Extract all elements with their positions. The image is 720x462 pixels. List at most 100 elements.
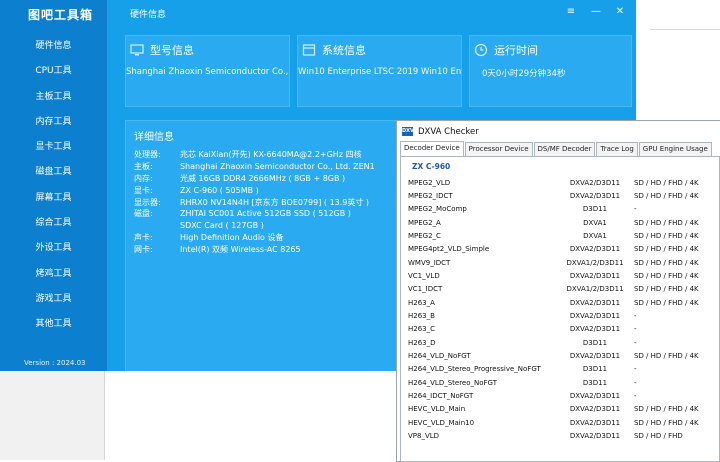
- sidebar-item-game-tools[interactable]: 游戏工具: [0, 287, 107, 312]
- dxva-titlebar: DXVA DXVA Checker: [397, 121, 720, 142]
- decoder-resolutions: -: [634, 205, 637, 214]
- decoder-resolutions: SD / HD / FHD / 4K: [634, 178, 699, 187]
- decoder-row[interactable]: VP8_VLD DXVA2/D3D11 SD / HD / FHD: [401, 430, 719, 443]
- decoder-name: VC1_IDCT: [408, 285, 443, 294]
- decoder-resolutions: SD / HD / FHD / 4K: [634, 258, 699, 267]
- dxva-checker-window: DXVA DXVA Checker Decoder Device Process…: [396, 120, 720, 462]
- window-icon: [302, 44, 316, 56]
- card-title: 系统信息: [322, 44, 366, 57]
- row-label: 主板:: [134, 161, 153, 171]
- decoder-name: H263_A: [408, 298, 435, 307]
- background-divider: [650, 29, 720, 30]
- decoder-resolutions: SD / HD / FHD / 4K: [634, 285, 699, 294]
- app-title: 图吧工具箱: [28, 8, 94, 22]
- sidebar-item-gpu-tools[interactable]: 显卡工具: [0, 135, 107, 160]
- close-button[interactable]: ✕: [612, 4, 628, 20]
- dxva-window-title: DXVA Checker: [418, 126, 479, 137]
- decoder-row[interactable]: HEVC_VLD_Main10 DXVA2/D3D11 SD / HD / FHD …: [401, 417, 719, 430]
- sidebar-item-peripheral-tools[interactable]: 外设工具: [0, 236, 107, 261]
- decoder-resolutions: SD / HD / FHD / 4K: [634, 405, 699, 414]
- sidebar-item-screen-tools[interactable]: 屏幕工具: [0, 186, 107, 211]
- detail-row: 磁盘: ZHITAI SC001 Active 512GB SSD ( 512GB…: [134, 208, 375, 220]
- tab-decoder-device[interactable]: Decoder Device: [400, 141, 464, 157]
- detail-row: 网卡: Intel(R) 双频 Wireless-AC 8265: [134, 244, 375, 256]
- decoder-name: H264_VLD_Stereo_NoFGT: [408, 378, 498, 387]
- detail-title: 详细信息: [134, 132, 174, 143]
- decoder-row[interactable]: H263_B DXVA2/D3D11 -: [401, 310, 719, 323]
- decoder-resolutions: SD / HD / FHD: [634, 432, 683, 441]
- decoder-api: D3D11: [582, 365, 608, 374]
- menu-button[interactable]: ≡: [563, 4, 579, 20]
- decoder-row[interactable]: WMV9_IDCT DXVA1/2/D3D11 SD / HD / FHD / 4K: [401, 257, 719, 270]
- decoder-row[interactable]: VC1_IDCT DXVA1/2/D3D11 SD / HD / FHD / 4K: [401, 283, 719, 296]
- decoder-row[interactable]: H263_D D3D11 -: [401, 337, 719, 350]
- detail-row: 处理器: 兆芯 KaiXian(开先) KX-6640MA@2.2+GHz 四核: [134, 149, 375, 161]
- decoder-name: MPEG4pt2_VLD_Simple: [408, 245, 490, 254]
- decoder-resolutions: -: [634, 392, 637, 401]
- device-header: ZX C-960: [412, 162, 451, 171]
- card-title: 型号信息: [150, 44, 194, 57]
- decoder-resolutions: SD / HD / FHD / 4K: [634, 245, 699, 254]
- minimize-button[interactable]: —: [588, 4, 604, 20]
- decoder-list[interactable]: ZX C-960 MPEG2_VLD DXVA2/D3D11 SD / HD / F…: [400, 156, 720, 462]
- decoder-api: DXVA1: [583, 231, 607, 240]
- row-label: [134, 220, 180, 232]
- row-label: 内存:: [134, 173, 153, 183]
- tab-gpu-engine-usage[interactable]: GPU Engine Usage: [638, 142, 712, 156]
- decoder-row[interactable]: MPEG4pt2_VLD_Simple DXVA2/D3D11 SD / HD / …: [401, 243, 719, 256]
- row-value: 兆芯 KaiXian(开先) KX-6640MA@2.2+GHz 四核: [180, 150, 362, 159]
- decoder-resolutions: SD / HD / FHD / 4K: [634, 271, 699, 280]
- decoder-row[interactable]: H264_VLD_Stereo_Progressive_NoFGT D3D11 -: [401, 363, 719, 376]
- decoder-api: DXVA2/D3D11: [569, 271, 621, 280]
- row-value: Intel(R) 双频 Wireless-AC 8265: [180, 245, 301, 255]
- sidebar-item-motherboard-tools[interactable]: 主板工具: [0, 85, 107, 110]
- decoder-api: DXVA2/D3D11: [569, 418, 621, 427]
- decoder-api: DXVA2/D3D11: [569, 405, 621, 414]
- decoder-row[interactable]: MPEG2_A DXVA1 SD / HD / FHD / 4K: [401, 217, 719, 230]
- detail-rows: 处理器: 兆芯 KaiXian(开先) KX-6640MA@2.2+GHz 四核 …: [134, 149, 375, 256]
- sidebar-item-hardware-info[interactable]: 硬件信息: [0, 34, 107, 59]
- row-label: 磁盘:: [134, 209, 153, 219]
- decoder-api: DXVA2/D3D11: [569, 352, 621, 361]
- detail-row: 主板: Shanghai Zhaoxin Semiconductor Co., L…: [134, 161, 375, 173]
- decoder-row[interactable]: MPEG2_VLD DXVA2/D3D11 SD / HD / FHD / 4K: [401, 177, 719, 190]
- decoder-name: MPEG2_IDCT: [408, 191, 453, 200]
- decoder-row[interactable]: MPEG2_C DXVA1 SD / HD / FHD / 4K: [401, 230, 719, 243]
- tab-ds-mf-decoder[interactable]: DS/MF Decoder: [533, 142, 596, 156]
- decoder-row[interactable]: H264_IDCT_NoFGT DXVA2/D3D11 -: [401, 390, 719, 403]
- decoder-name: MPEG2_C: [408, 231, 441, 240]
- row-value: ZX C-960 ( 505MB ): [180, 185, 259, 195]
- decoder-name: H263_B: [408, 312, 435, 320]
- sidebar-item-other-tools[interactable]: 其他工具: [0, 312, 107, 337]
- row-label: 显示器:: [134, 197, 161, 207]
- decoder-resolutions: SD / HD / FHD / 4K: [634, 352, 699, 361]
- decoder-row[interactable]: VC1_VLD DXVA2/D3D11 SD / HD / FHD / 4K: [401, 270, 719, 283]
- tab-processor-device[interactable]: Processor Device: [464, 142, 533, 156]
- tab-trace-log[interactable]: Trace Log: [596, 142, 638, 156]
- clock-icon: [474, 43, 488, 57]
- row-label: 显卡:: [134, 185, 153, 195]
- decoder-api: DXVA2/D3D11: [569, 325, 621, 334]
- decoder-row[interactable]: H264_VLD_Stereo_NoFGT D3D11 -: [401, 377, 719, 390]
- decoder-row[interactable]: H263_A DXVA2/D3D11 SD / HD / FHD / 4K: [401, 297, 719, 310]
- decoder-row[interactable]: MPEG2_MoComp D3D11 -: [401, 203, 719, 216]
- sidebar-item-general-tools[interactable]: 综合工具: [0, 211, 107, 236]
- decoder-row[interactable]: H264_VLD_NoFGT DXVA2/D3D11 SD / HD / FHD /…: [401, 350, 719, 363]
- decoder-api: DXVA2/D3D11: [569, 298, 621, 307]
- decoder-row[interactable]: HEVC_VLD_Main DXVA2/D3D11 SD / HD / FHD / …: [401, 403, 719, 416]
- decoder-api: DXVA1/2/D3D11: [566, 258, 624, 267]
- sidebar-item-memory-tools[interactable]: 内存工具: [0, 110, 107, 135]
- decoder-name: WMV9_IDCT: [408, 258, 451, 267]
- decoder-resolutions: SD / HD / FHD / 4K: [634, 191, 699, 200]
- decoder-row[interactable]: MPEG2_IDCT DXVA2/D3D11 SD / HD / FHD / 4K: [401, 190, 719, 203]
- decoder-row[interactable]: H263_C DXVA2/D3D11 -: [401, 323, 719, 336]
- decoder-name: H264_IDCT_NoFGT: [408, 392, 474, 401]
- sidebar-item-stress-tools[interactable]: 烤鸡工具: [0, 262, 107, 287]
- sidebar-item-cpu-tools[interactable]: CPU工具: [0, 59, 107, 84]
- row-label: 声卡:: [134, 233, 153, 243]
- dxva-logo-icon: DXVA: [402, 127, 418, 136]
- decoder-name: H263_D: [408, 338, 436, 347]
- sidebar-item-disk-tools[interactable]: 磁盘工具: [0, 160, 107, 185]
- decoder-resolutions: -: [634, 312, 637, 320]
- card-title: 运行时间: [494, 44, 538, 57]
